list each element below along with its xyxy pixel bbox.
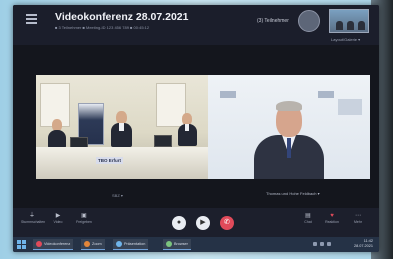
video-grid: TBO Erfurt xyxy=(36,75,370,179)
app-icon xyxy=(36,241,42,247)
start-menu-icon[interactable] xyxy=(17,240,26,249)
hang-up-icon: ✆ xyxy=(224,219,230,226)
mic-icon: ⏚ xyxy=(28,213,35,219)
more-icon: ⋯ xyxy=(355,213,361,219)
self-video-preview[interactable] xyxy=(329,9,369,33)
taskbar-app[interactable]: Zoom xyxy=(81,239,105,250)
hamburger-menu-icon[interactable] xyxy=(26,14,37,24)
photo-background: Videokonferenz 28.07.2021 ■ 3 Teilnehmer… xyxy=(0,0,393,259)
end-call-button[interactable]: ✆ xyxy=(220,216,234,230)
mic-toggle-button[interactable]: ● xyxy=(172,216,186,230)
meeting-header: Videokonferenz 28.07.2021 ■ 3 Teilnehmer… xyxy=(13,5,379,45)
app-icon xyxy=(84,241,90,247)
mic-icon: ● xyxy=(176,219,182,226)
chat-control[interactable]: ▤ Chat xyxy=(297,212,319,225)
room-tile-caption[interactable]: SBZ ▾ xyxy=(112,193,123,198)
participants-button[interactable]: (3) Teilnehmer xyxy=(257,18,289,24)
video-tile-speaker[interactable] xyxy=(208,75,370,179)
speaker-tie xyxy=(287,138,291,158)
wall-sign xyxy=(338,99,362,115)
meeting-title: Videokonferenz 28.07.2021 xyxy=(55,11,189,23)
share-control[interactable]: ▣ Freigeben xyxy=(73,212,95,225)
tray-icon[interactable] xyxy=(320,242,324,246)
self-avatar[interactable] xyxy=(298,10,320,32)
chat-icon: ▤ xyxy=(305,213,311,219)
projected-screen: Videokonferenz 28.07.2021 ■ 3 Teilnehmer… xyxy=(13,5,379,252)
speaker-hair xyxy=(276,101,302,111)
room-name-tag: TBO Erfurt xyxy=(96,157,123,164)
wall-logo xyxy=(318,91,334,98)
app-icon xyxy=(116,241,122,247)
reactions-icon: ♥ xyxy=(330,213,334,219)
layout-switcher[interactable]: Layout/Galerie ▾ xyxy=(331,37,360,42)
camera-toggle-button[interactable]: ▶ xyxy=(196,216,210,230)
mute-control[interactable]: ⏚ Stummschalten xyxy=(21,212,45,225)
video-control[interactable]: ▶ Video xyxy=(47,212,69,225)
wall-logo xyxy=(220,91,236,98)
taskbar-clock[interactable]: 11:42 28.07.2021 xyxy=(354,239,373,249)
taskbar-app[interactable]: Browser xyxy=(163,239,191,250)
video-tile-room[interactable]: TBO Erfurt xyxy=(36,75,208,179)
share-icon: ▣ xyxy=(81,213,87,219)
meeting-controls: ⏚ Stummschalten ▶ Video ▣ Freigeben ● ▶ … xyxy=(13,208,379,237)
speaker-tile-caption[interactable]: Thomas und Hohe Feldbach ▾ xyxy=(266,191,320,196)
video-icon: ▶ xyxy=(55,213,61,219)
tray-icon[interactable] xyxy=(313,242,317,246)
room-monitor xyxy=(154,135,172,147)
camera-icon: ▶ xyxy=(200,219,206,226)
meeting-info: ■ 3 Teilnehmer ■ Meeting-ID 123 456 789 … xyxy=(55,25,150,30)
taskbar-app[interactable]: Videokonferenz xyxy=(33,239,74,250)
tray-icon[interactable] xyxy=(327,242,331,246)
app-icon xyxy=(166,241,172,247)
os-taskbar: Videokonferenz Zoom Präsentation Browser… xyxy=(13,237,379,252)
more-control[interactable]: ⋯ Mehr xyxy=(347,212,369,225)
reactions-control[interactable]: ♥ Reaktion xyxy=(321,212,343,225)
taskbar-app[interactable]: Präsentation xyxy=(113,239,149,250)
